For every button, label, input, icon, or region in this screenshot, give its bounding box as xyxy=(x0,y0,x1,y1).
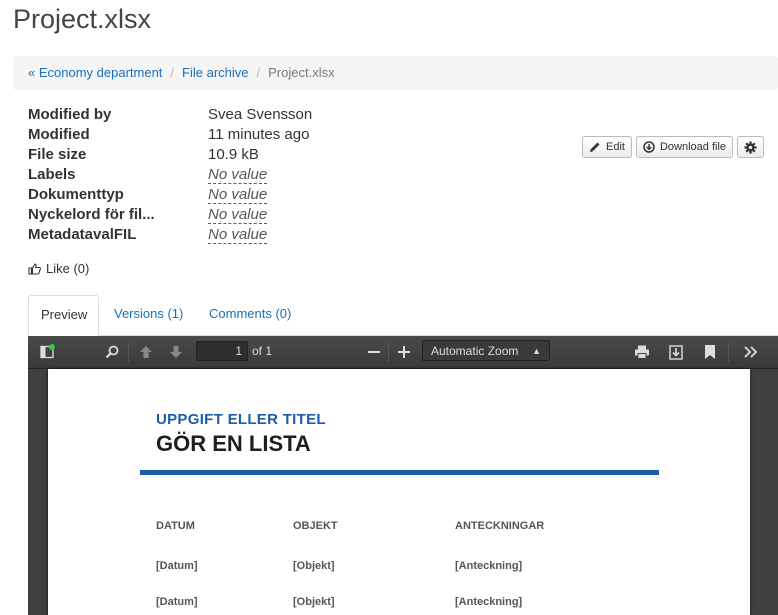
metadata-row: Labels No value xyxy=(28,166,312,186)
arrow-up-icon xyxy=(140,346,152,358)
document-subtitle: UPPGIFT ELLER TITEL xyxy=(156,411,326,428)
arrow-down-icon xyxy=(170,346,182,358)
breadcrumb-separator: / xyxy=(256,65,261,80)
column-header-objekt: OBJEKT xyxy=(293,520,338,532)
find-button[interactable] xyxy=(102,342,122,362)
edit-button[interactable]: Edit xyxy=(582,136,632,158)
metadata-row: Modified 11 minutes ago xyxy=(28,126,312,146)
toolbar-divider xyxy=(728,342,729,362)
select-arrows-icon: ▲ xyxy=(532,346,541,356)
thumbs-up-icon xyxy=(28,262,41,275)
gear-icon xyxy=(744,140,757,154)
page-count-label: of 1 xyxy=(252,344,273,358)
download-button-label: Download file xyxy=(659,141,727,153)
breadcrumb-separator: / xyxy=(170,65,175,80)
printer-icon xyxy=(635,345,649,359)
print-button[interactable] xyxy=(632,342,652,362)
like-button[interactable]: Like (0) xyxy=(28,261,89,276)
minus-icon xyxy=(368,351,380,353)
sidebar-icon xyxy=(40,344,55,359)
metadata-key: File size xyxy=(28,146,87,163)
metadata-value: 10.9 kB xyxy=(208,146,259,163)
editable-value-nyckelord[interactable]: No value xyxy=(208,206,268,224)
bookmark-button[interactable] xyxy=(700,342,720,362)
zoom-in-button[interactable] xyxy=(394,342,414,362)
metadata-key: Labels xyxy=(28,166,76,183)
download-button[interactable] xyxy=(666,342,686,362)
table-cell: [Datum] xyxy=(156,596,198,608)
search-icon xyxy=(105,345,119,359)
metadata-key: MetadatavalFIL xyxy=(28,226,137,243)
table-cell: [Anteckning] xyxy=(455,560,523,572)
metadata-row: Nyckelord för fil... No value xyxy=(28,206,312,226)
toggle-sidebar-button[interactable] xyxy=(36,342,58,362)
metadata-key: Modified xyxy=(28,126,90,143)
like-label: Like (0) xyxy=(46,261,90,276)
file-actions: Edit Download file xyxy=(582,136,765,158)
breadcrumb-current: Project.xlsx xyxy=(268,65,335,80)
metadata-value: 11 minutes ago xyxy=(208,126,310,143)
zoom-value: Automatic Zoom xyxy=(431,344,519,358)
previous-page-button[interactable] xyxy=(136,342,156,362)
metadata-key: Modified by xyxy=(28,106,112,123)
double-chevron-right-icon xyxy=(744,346,758,358)
pencil-icon xyxy=(590,142,600,152)
download-file-button[interactable]: Download file xyxy=(635,136,734,158)
metadata-row: Dokumenttyp No value xyxy=(28,186,312,206)
metadata-key: Nyckelord för fil... xyxy=(28,206,155,223)
bookmark-icon xyxy=(705,345,715,359)
pdf-viewer: 1 of 1 Automatic Zoom ▲ UPPGIFT ELLER TI… xyxy=(28,336,778,615)
document-divider xyxy=(140,470,659,475)
column-header-anteckningar: ANTECKNINGAR xyxy=(455,520,545,532)
tools-menu-button[interactable] xyxy=(738,342,764,362)
breadcrumb-economy-department[interactable]: « Economy department xyxy=(28,56,162,90)
page-title: Project.xlsx xyxy=(13,4,152,34)
document-page: UPPGIFT ELLER TITEL GÖR EN LISTA DATUM O… xyxy=(48,369,750,615)
document-title: GÖR EN LISTA xyxy=(156,431,311,456)
file-tabs: Preview Versions (1) Comments (0) xyxy=(28,295,778,336)
settings-button[interactable] xyxy=(737,136,765,158)
page-number-input[interactable]: 1 xyxy=(196,341,248,361)
tab-preview[interactable]: Preview xyxy=(28,295,99,336)
plus-icon xyxy=(398,346,410,358)
column-header-datum: DATUM xyxy=(156,520,195,532)
table-cell: [Datum] xyxy=(156,560,198,572)
metadata-value: Svea Svensson xyxy=(208,106,313,123)
table-cell: [Objekt] xyxy=(293,596,335,608)
metadata-key: Dokumenttyp xyxy=(28,186,124,203)
table-cell: [Anteckning] xyxy=(455,596,523,608)
breadcrumb-file-archive[interactable]: File archive xyxy=(182,56,248,90)
download-icon xyxy=(669,344,683,360)
tab-versions[interactable]: Versions (1) xyxy=(102,295,195,335)
zoom-select[interactable]: Automatic Zoom ▲ xyxy=(422,340,550,361)
download-circle-icon xyxy=(643,141,655,153)
tab-comments[interactable]: Comments (0) xyxy=(197,295,303,335)
metadata-row: MetadatavalFIL No value xyxy=(28,226,312,246)
next-page-button[interactable] xyxy=(166,342,186,362)
zoom-out-button[interactable] xyxy=(364,342,384,362)
toolbar-divider xyxy=(128,342,129,362)
edit-button-label: Edit xyxy=(606,141,625,153)
table-cell: [Objekt] xyxy=(293,560,335,572)
breadcrumb: « Economy department / File archive / Projec… xyxy=(13,56,778,90)
metadata-row: Modified by Svea Svensson xyxy=(28,106,312,126)
toolbar-divider xyxy=(388,342,389,362)
metadata-list: Modified by Svea Svensson Modified 11 mi… xyxy=(28,106,312,246)
viewer-toolbar: 1 of 1 Automatic Zoom ▲ xyxy=(28,336,778,369)
metadata-row: File size 10.9 kB xyxy=(28,146,312,166)
editable-value-metadatavalfil[interactable]: No value xyxy=(208,226,268,244)
editable-value-dokumenttyp[interactable]: No value xyxy=(208,186,268,204)
editable-value-labels[interactable]: No value xyxy=(208,166,268,184)
